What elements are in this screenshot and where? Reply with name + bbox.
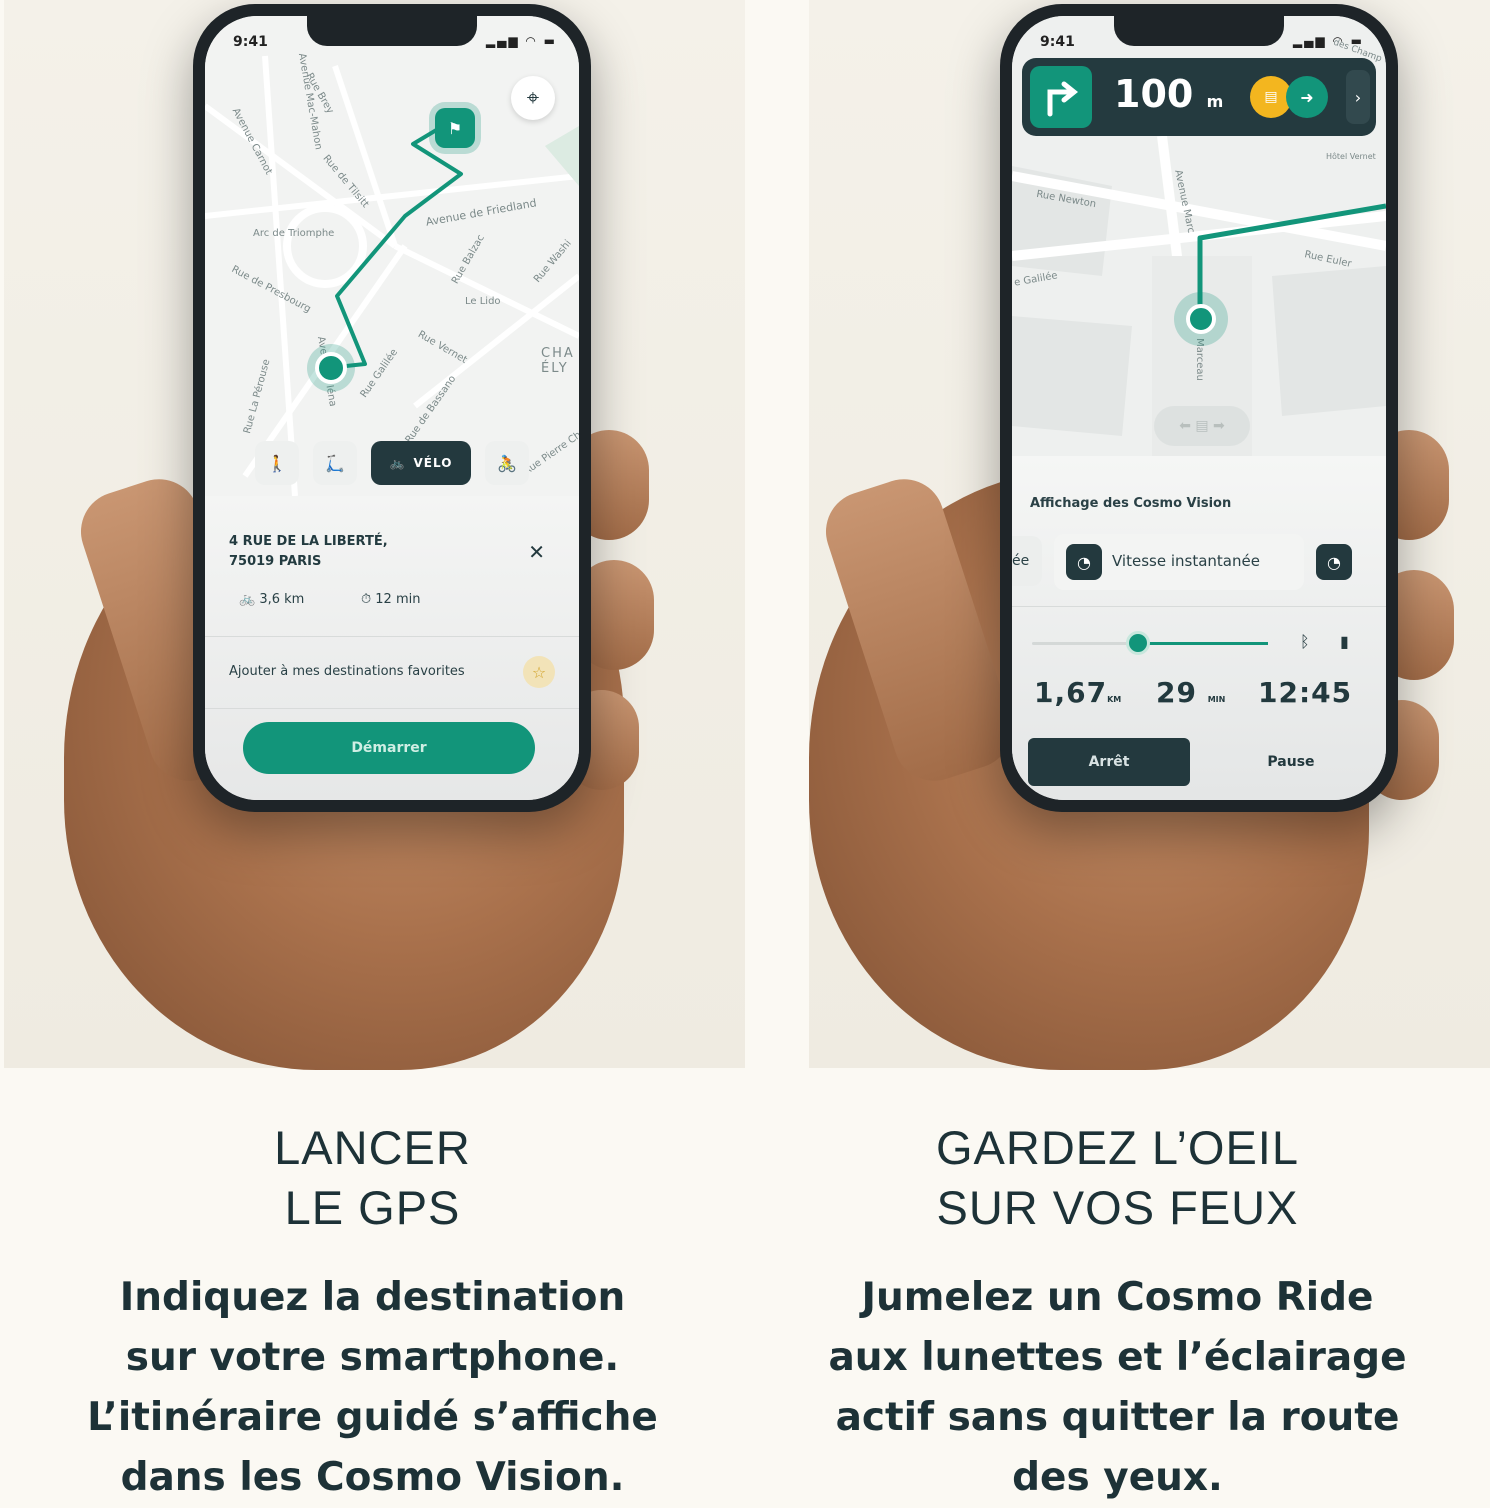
phone: 9:41 ▂▄▆ ◠ ▬: [1000, 4, 1398, 812]
bluetooth-icon: ᛒ: [1300, 632, 1310, 651]
street-label: Hôtel Vernet: [1326, 152, 1376, 161]
crosshair-icon[interactable]: ⌖: [511, 76, 555, 120]
ride-progress-fill: [1138, 642, 1268, 645]
ride-progress-handle[interactable]: [1126, 631, 1150, 655]
street-label: Arc de Triomphe: [253, 228, 335, 239]
pause-button[interactable]: Pause: [1210, 738, 1372, 786]
ride-sheet: Affichage des Cosmo Vision ée ◔ Vitesse …: [1012, 456, 1386, 800]
start-button[interactable]: Démarrer: [243, 722, 535, 774]
duration-value: 12 min: [375, 592, 421, 607]
ride-distance-value: 1,67: [1034, 676, 1108, 709]
vision-display-label: Affichage des Cosmo Vision: [1030, 496, 1232, 511]
address-line1: 4 RUE DE LA LIBERTÉ,: [229, 534, 388, 549]
signal-wifi-battery-icon: ▂▄▆ ◠ ▬: [1292, 34, 1364, 48]
ride-distance-unit: KM: [1107, 695, 1122, 704]
ride-duration-value: 29: [1156, 676, 1197, 709]
walk-icon[interactable]: 🚶: [255, 441, 299, 485]
district-label: CHA ÉLY: [541, 346, 575, 376]
caption-title-line: SUR VOS FEUX: [936, 1181, 1299, 1234]
vision-option-label: Vitesse instantanée: [1112, 552, 1260, 570]
navigation-banner: 100 m ▤ ➜ ›: [1022, 58, 1376, 136]
current-location-icon: [1186, 304, 1216, 334]
bike-icon: 🚲: [239, 592, 260, 607]
ride-duration-unit: MIN: [1207, 695, 1226, 704]
caption-title: LANCER LE GPS: [0, 1118, 745, 1238]
distance-stat: 🚲 3,6 km: [239, 592, 304, 607]
left-caption: LANCER LE GPS Indiquez la destination su…: [0, 1118, 745, 1508]
ebike-icon[interactable]: 🚴: [485, 441, 529, 485]
divider: [205, 636, 579, 637]
distance-value: 3,6 km: [259, 592, 305, 607]
mode-bike-label: VÉLO: [413, 456, 453, 470]
vision-option-prev-label: ée: [1012, 553, 1030, 569]
battery-icon: ▮: [1340, 632, 1349, 651]
caption-body-line: sur votre smartphone.: [125, 1335, 620, 1380]
duration-stat: ⏱ 12 min: [361, 592, 420, 607]
caption-body-line: des yeux.: [1012, 1455, 1223, 1500]
turn-signal-icon: ➜: [1286, 76, 1328, 118]
caption-body-line: L’itinéraire guidé s’affiche: [87, 1395, 658, 1440]
bike-icon: 🚲: [389, 456, 406, 470]
street-label: Le Lido: [465, 296, 501, 307]
stop-button[interactable]: Arrêt: [1028, 738, 1190, 786]
street-label: Marceau: [1193, 338, 1205, 381]
caption-body-line: aux lunettes et l’éclairage: [828, 1335, 1407, 1380]
right-panel: 9:41 ▂▄▆ ◠ ▬ Rue Newton Avenue Marc Rue …: [745, 0, 1490, 1500]
mode-bike-button[interactable]: 🚲 VÉLO: [371, 441, 471, 485]
caption-body: Indiquez la destination sur votre smartp…: [0, 1268, 745, 1508]
next-turn-distance: 100 m: [1114, 72, 1223, 116]
scooter-icon[interactable]: 🛴: [313, 441, 357, 485]
caption-title-line: LANCER: [274, 1121, 471, 1174]
status-time: 9:41: [1040, 34, 1075, 50]
favorite-label[interactable]: Ajouter à mes destinations favorites: [229, 664, 465, 679]
caption-title-line: LE GPS: [284, 1181, 461, 1234]
flag-icon: ⚑: [435, 108, 475, 148]
star-icon[interactable]: ☆: [523, 656, 555, 688]
caption-title: GARDEZ L’OEIL SUR VOS FEUX: [745, 1118, 1490, 1238]
phone-screen: 9:41 ▂▄▆ ◠ ▬: [205, 16, 579, 800]
caption-title-line: GARDEZ L’OEIL: [936, 1121, 1299, 1174]
chevron-right-icon[interactable]: ›: [1346, 70, 1370, 124]
turn-right-icon: [1030, 66, 1092, 128]
ride-duration: 29 MIN: [1156, 676, 1225, 709]
status-time: 9:41: [233, 34, 268, 50]
distance-unit: m: [1206, 92, 1224, 111]
divider: [205, 708, 579, 709]
notch: [307, 16, 477, 46]
caption-body-line: Indiquez la destination: [119, 1275, 626, 1320]
close-icon[interactable]: ✕: [528, 540, 545, 564]
current-location-icon: [315, 352, 347, 384]
notch: [1114, 16, 1284, 46]
signal-wifi-battery-icon: ▂▄▆ ◠ ▬: [485, 34, 557, 48]
transport-mode-bar: 🚶 🛴 🚲 VÉLO 🚴: [255, 441, 529, 485]
phone: 9:41 ▂▄▆ ◠ ▬: [193, 4, 591, 812]
arrival-time: 12:45: [1258, 676, 1353, 709]
ride-progress-track: [1032, 631, 1268, 655]
caption-body-line: actif sans quitter la route: [835, 1395, 1400, 1440]
speedometer-icon: ◔: [1066, 544, 1102, 580]
caption-body-line: dans les Cosmo Vision.: [120, 1455, 625, 1500]
caption-body-line: Jumelez un Cosmo Ride: [861, 1275, 1374, 1320]
speedometer-icon[interactable]: ◔: [1316, 544, 1352, 580]
vision-option-prev[interactable]: ée: [1012, 536, 1042, 586]
distance-value: 100: [1114, 72, 1194, 116]
ride-distance: 1,67KM: [1034, 676, 1121, 709]
address-line2: 75019 PARIS: [229, 554, 322, 569]
turn-right-arrow: [1047, 81, 1079, 117]
left-panel: 9:41 ▂▄▆ ◠ ▬ Avenue Mac-Mahon Rue Brey A…: [0, 0, 745, 1500]
phone-screen: 9:41 ▂▄▆ ◠ ▬: [1012, 16, 1386, 800]
destination-sheet: 4 RUE DE LA LIBERTÉ, 75019 PARIS ✕ 🚲 3,6…: [205, 496, 579, 800]
stopwatch-icon: ⏱: [361, 592, 376, 607]
divider: [1012, 606, 1386, 607]
lights-indicator-icon: ⬅ ▤ ➡: [1154, 406, 1250, 446]
caption-body: Jumelez un Cosmo Ride aux lunettes et l’…: [745, 1268, 1490, 1508]
right-caption: GARDEZ L’OEIL SUR VOS FEUX Jumelez un Co…: [745, 1118, 1490, 1508]
destination-address: 4 RUE DE LA LIBERTÉ, 75019 PARIS: [229, 532, 388, 572]
vision-option-card[interactable]: ◔ Vitesse instantanée: [1054, 534, 1304, 590]
